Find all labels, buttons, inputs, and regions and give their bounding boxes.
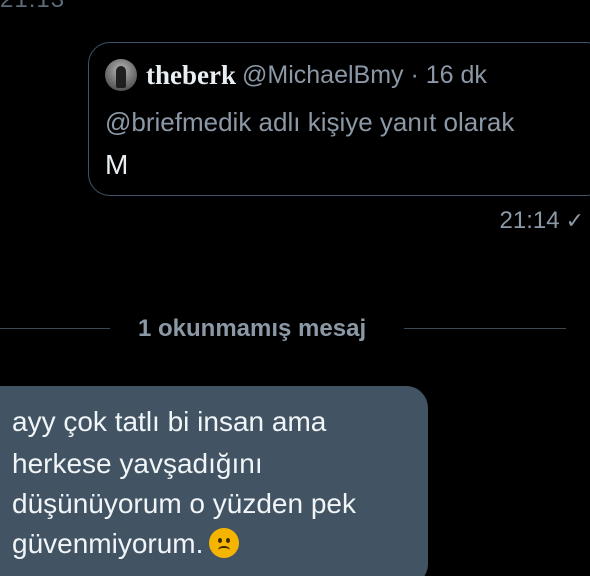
message-line-4: güvenmiyorum. <box>12 528 204 559</box>
message-line-1: ayy çok tatlı bi insan ama <box>12 406 327 437</box>
sad-face-emoji-icon <box>209 528 240 558</box>
dm-conversation-screen: 21:13 theberk @MichaelBmy · 16 dk @brief… <box>0 0 590 576</box>
tweet-text: M <box>105 149 129 180</box>
tweet-handle-time: @MichaelBmy · 16 dk <box>242 61 487 90</box>
tweet-header: theberk @MichaelBmy · 16 dk <box>105 59 487 91</box>
message-line-2: herkese yavşadığını <box>12 448 263 479</box>
check-icon: ✓ <box>565 208 584 233</box>
tweet-handle: @MichaelBmy <box>242 60 404 89</box>
received-message-bubble[interactable]: ayy çok tatlı bi insan ama herkese yavşa… <box>0 386 428 576</box>
divider-line-right <box>404 328 566 329</box>
tweet-relative-time: 16 dk <box>425 60 487 89</box>
reply-context: @briefmedik adlı kişiye yanıt olarak <box>105 107 515 137</box>
tweet-separator: · <box>410 60 419 89</box>
unread-divider: 1 okunmamış mesaj <box>0 312 590 348</box>
sent-message-meta: 21:14 ✓ <box>500 207 585 235</box>
previous-message-time: 21:13 <box>0 0 65 14</box>
message-line-3: düşünüyorum o yüzden pek <box>12 488 356 519</box>
tweet-display-name: theberk <box>146 59 236 90</box>
sent-message-time: 21:14 <box>499 207 560 234</box>
unread-divider-label: 1 okunmamış mesaj <box>138 315 367 342</box>
message-line-4-wrap: güvenmiyorum. <box>12 528 240 560</box>
shared-tweet-card[interactable]: theberk @MichaelBmy · 16 dk @briefmedik … <box>88 42 590 196</box>
avatar[interactable] <box>105 59 137 91</box>
divider-line-left <box>0 328 110 329</box>
